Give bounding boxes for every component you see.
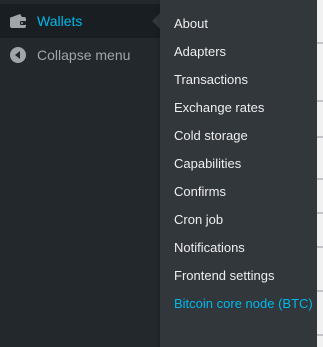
page-content-fragment (317, 334, 323, 336)
collapse-menu-label: Collapse menu (37, 47, 131, 63)
page-content-fragment (317, 246, 323, 248)
page-content-fragment (317, 42, 323, 44)
wallet-icon (8, 11, 28, 31)
underlying-page-edge (317, 0, 323, 347)
wallets-submenu: About Adapters Transactions Exchange rat… (160, 0, 323, 347)
submenu-item-transactions[interactable]: Transactions (160, 66, 323, 94)
sidebar-item-label: Wallets (37, 13, 83, 29)
collapse-arrow-icon (8, 45, 28, 65)
page-content-fragment (317, 178, 323, 180)
submenu-item-about[interactable]: About (160, 10, 323, 38)
sidebar-item-wallets[interactable]: Wallets (0, 4, 160, 38)
page-content-fragment (317, 136, 323, 138)
submenu-item-cron-job[interactable]: Cron job (160, 206, 323, 234)
page-content-fragment (317, 290, 323, 292)
admin-sidebar: Wallets Collapse menu (0, 0, 160, 347)
submenu-item-exchange-rates[interactable]: Exchange rates (160, 94, 323, 122)
page-content-fragment (317, 212, 323, 214)
submenu-list: About Adapters Transactions Exchange rat… (160, 0, 323, 318)
submenu-item-adapters[interactable]: Adapters (160, 38, 323, 66)
submenu-item-capabilities[interactable]: Capabilities (160, 150, 323, 178)
current-menu-arrow (152, 13, 160, 29)
submenu-item-frontend-settings[interactable]: Frontend settings (160, 262, 323, 290)
submenu-item-bitcoin-core-node[interactable]: Bitcoin core node (BTC) (160, 290, 323, 318)
page-content-fragment (317, 100, 323, 102)
collapse-menu-button[interactable]: Collapse menu (0, 38, 160, 72)
submenu-item-confirms[interactable]: Confirms (160, 178, 323, 206)
submenu-item-notifications[interactable]: Notifications (160, 234, 323, 262)
submenu-item-cold-storage[interactable]: Cold storage (160, 122, 323, 150)
